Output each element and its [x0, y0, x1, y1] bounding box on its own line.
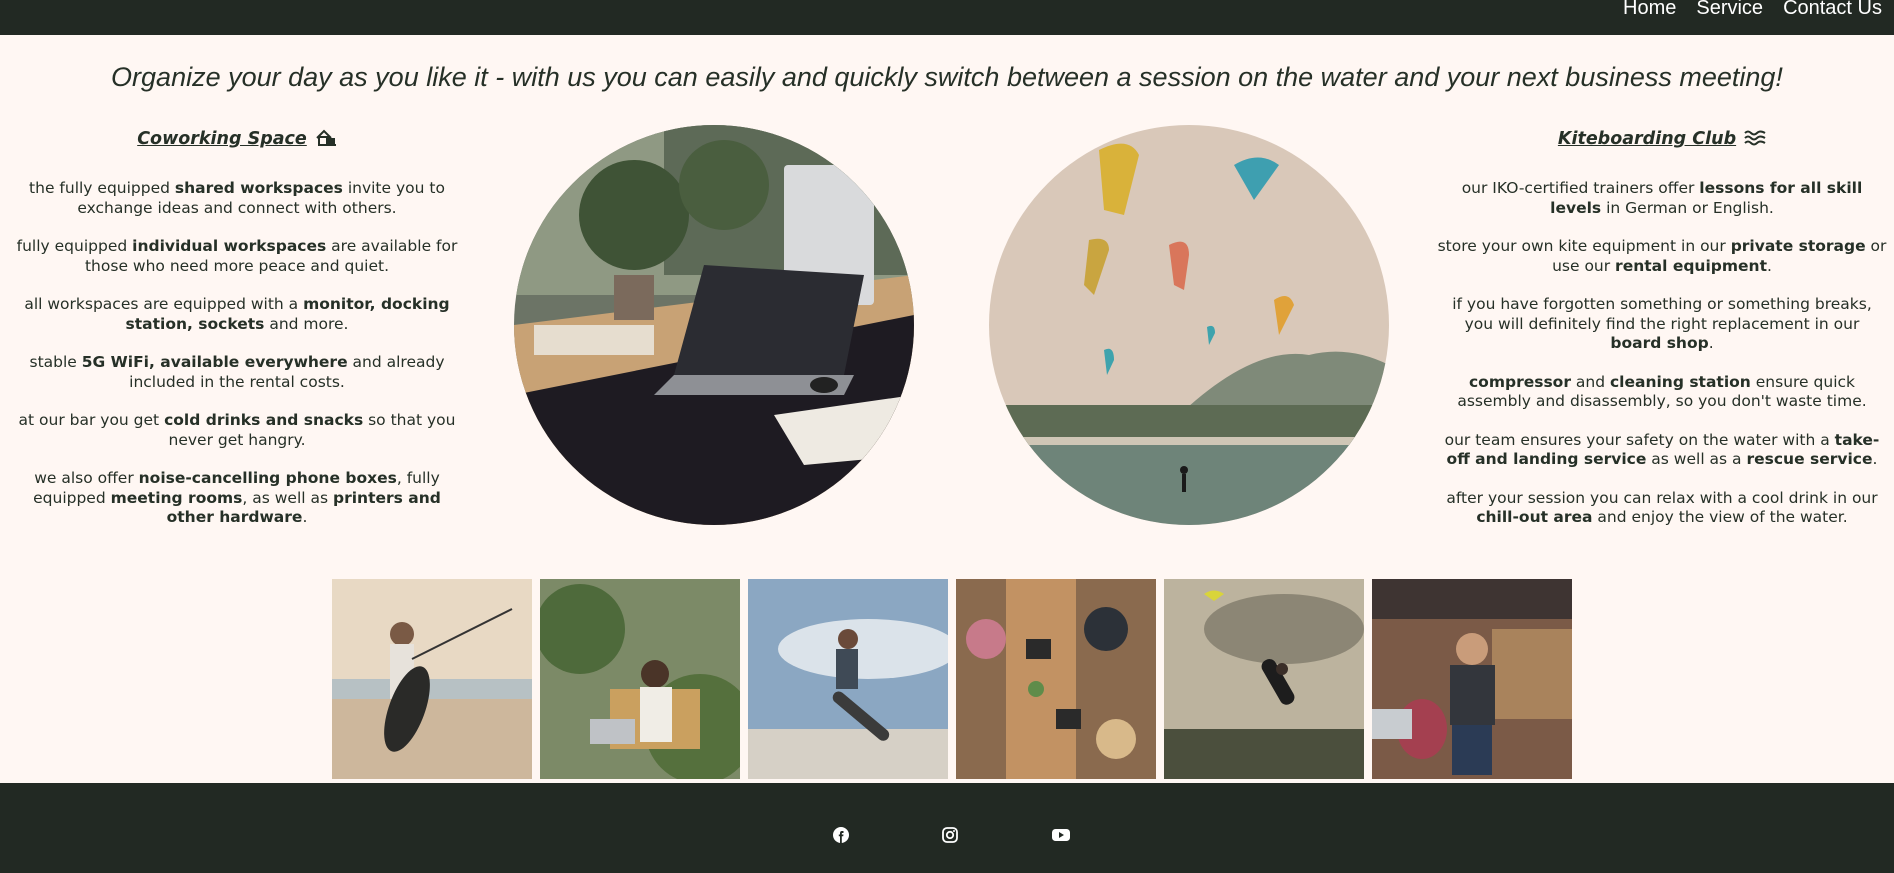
kitesurfer-on-beach-photo: [332, 579, 532, 779]
coworking-item: the fully equipped shared workspaces inv…: [29, 179, 445, 217]
man-laughing-in-cafe-photo: [1372, 579, 1572, 779]
youtube-icon[interactable]: [1052, 827, 1070, 843]
kite-item: our team ensures your safety on the wate…: [1444, 430, 1880, 469]
kites-over-beach-photo: [989, 125, 1389, 525]
instagram-icon[interactable]: [942, 827, 958, 843]
kiteboarding-column: Kiteboarding Club our IKO-certified trai…: [1437, 126, 1887, 547]
main-nav: Home Service Contact Us: [1623, 0, 1882, 19]
desk-with-laptop-photo: [514, 125, 914, 525]
coworking-title: Coworking Space: [137, 129, 307, 149]
kite-item: store your own kite equipment in our pri…: [1437, 237, 1887, 275]
nav-home-link[interactable]: Home: [1623, 0, 1676, 19]
kite-item: compressor and cleaning station ensure q…: [1457, 372, 1867, 411]
coworking-item: we also offer noise-cancelling phone box…: [33, 469, 441, 526]
tagline: Organize your day as you like it - with …: [111, 62, 1783, 92]
top-navbar: Home Service Contact Us: [0, 0, 1894, 35]
kiteboarder-in-air-photo: [1164, 579, 1364, 779]
footer: [0, 783, 1894, 873]
coworking-heading: Coworking Space: [12, 126, 462, 155]
facebook-icon[interactable]: [833, 827, 849, 843]
nav-service-link[interactable]: Service: [1696, 0, 1763, 19]
kitesurfer-jumping-photo: [748, 579, 948, 779]
kite-item: after your session you can relax with a …: [1446, 488, 1878, 527]
kite-title: Kiteboarding Club: [1557, 129, 1737, 149]
coworking-item: at our bar you get cold drinks and snack…: [18, 411, 456, 449]
people-at-shared-desk-photo: [956, 579, 1156, 779]
coworking-item: all workspaces are equipped with a monit…: [24, 295, 450, 333]
water-waves-icon: [1744, 129, 1766, 155]
house-laptop-icon: [315, 129, 337, 155]
coworking-item: fully equipped individual workspaces are…: [16, 237, 458, 275]
photo-gallery: [332, 579, 1572, 779]
person-with-laptop-among-plants-photo: [540, 579, 740, 779]
kite-item: our IKO-certified trainers offer lessons…: [1461, 179, 1863, 217]
coworking-column: Coworking Space the fully equipped share…: [12, 126, 462, 547]
coworking-item: stable 5G WiFi, available everywhere and…: [29, 353, 445, 391]
nav-contact-link[interactable]: Contact Us: [1783, 0, 1882, 19]
kite-item: if you have forgotten something or somet…: [1452, 295, 1872, 352]
kite-heading: Kiteboarding Club: [1437, 126, 1887, 155]
